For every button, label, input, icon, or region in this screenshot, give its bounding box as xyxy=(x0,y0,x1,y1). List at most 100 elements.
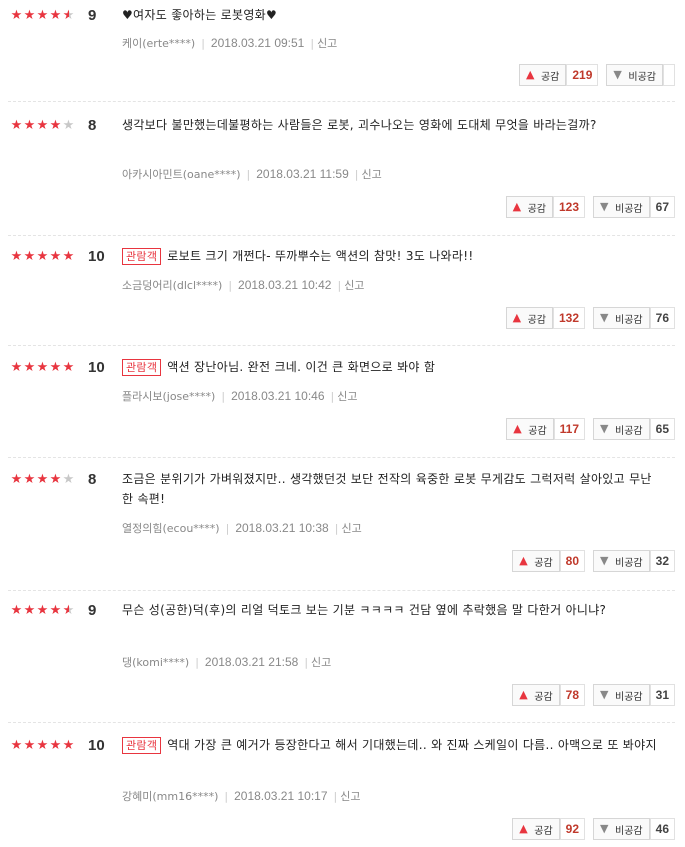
review-divider xyxy=(8,722,675,723)
vote-actions: ▲ 공감 117 ▼ 비공감 65 xyxy=(506,418,675,440)
thumbs-up-icon: ▲ xyxy=(512,311,522,324)
dislike-label: 비공감 xyxy=(628,71,656,83)
thumbs-up-icon: ▲ xyxy=(519,822,528,835)
review-body: ♥여자도 좋아하는 로봇영화♥ xyxy=(122,8,278,22)
like-label: 공감 xyxy=(527,314,546,326)
like-button[interactable]: ▲ 공감 xyxy=(506,418,554,440)
reviewer-name[interactable]: 케이(erte****) xyxy=(122,37,195,50)
thumbs-up-icon: ▲ xyxy=(512,200,522,213)
dislike-button[interactable]: ▼ 비공감 xyxy=(593,418,650,440)
dislike-count: 67 xyxy=(649,196,675,218)
star-icon: ★ xyxy=(10,738,23,753)
thumbs-up-icon: ▲ xyxy=(519,688,528,701)
star-icon: ★ xyxy=(62,249,75,264)
like-button[interactable]: ▲ 공감 xyxy=(512,550,560,572)
dislike-count: 76 xyxy=(649,307,675,329)
dislike-button[interactable]: ▼ 비공감 xyxy=(593,307,650,329)
star-icon: ★ xyxy=(36,249,49,264)
dislike-label: 비공감 xyxy=(615,825,643,837)
like-count: 117 xyxy=(553,418,586,440)
review-body: 역대 가장 큰 예거가 등장한다고 해서 기대했는데.. 와 진짜 스케일이 다… xyxy=(167,738,657,752)
like-label: 공감 xyxy=(534,825,553,837)
like-count: 132 xyxy=(553,307,586,329)
vote-actions: ▲ 공감 92 ▼ 비공감 46 xyxy=(512,818,675,840)
meta-separator: | xyxy=(354,168,359,181)
review-divider xyxy=(8,457,675,458)
report-link[interactable]: 신고 xyxy=(341,522,361,535)
meta-separator: | xyxy=(225,522,230,535)
star-icon: ★ xyxy=(49,118,62,133)
star-icon: ★ xyxy=(49,360,62,375)
meta-separator: | xyxy=(337,279,342,292)
report-link[interactable]: 신고 xyxy=(317,37,337,50)
dislike-count: 32 xyxy=(649,550,675,572)
review-body: 액션 장난아님. 완전 크네. 이건 큰 화면으로 봐야 함 xyxy=(167,360,436,374)
rating-stars: ★ ★ ★ ★ ★ xyxy=(10,738,75,754)
review-text: 관람객 로보트 크기 개쩐다- 뚜까뿌수는 액션의 참맛! 3도 나와라!! xyxy=(122,246,662,266)
report-link[interactable]: 신고 xyxy=(361,168,381,181)
reviewer-name[interactable]: 소금덩어리(dlcl****) xyxy=(122,279,222,292)
thumbs-down-icon: ▼ xyxy=(600,422,609,435)
star-icon: ★ xyxy=(10,249,23,264)
review-date: 2018.03.21 10:46 xyxy=(231,389,325,403)
reviewer-name[interactable]: 강혜미(mm16****) xyxy=(122,790,218,803)
vote-actions: ▲ 공감 123 ▼ 비공감 67 xyxy=(505,196,675,218)
rating-stars: ★ ★ ★ ★ ★ xyxy=(10,118,75,134)
report-link[interactable]: 신고 xyxy=(340,790,360,803)
dislike-button[interactable]: ▼ 비공감 xyxy=(593,818,650,840)
meta-separator: | xyxy=(246,168,251,181)
like-label: 공감 xyxy=(534,691,553,703)
star-icon: ★ xyxy=(10,8,23,23)
rating-score: 8 xyxy=(88,471,97,488)
dislike-label: 비공감 xyxy=(615,691,643,703)
like-button[interactable]: ▲ 공감 xyxy=(512,818,560,840)
thumbs-up-icon: ▲ xyxy=(513,422,522,435)
rating-score: 10 xyxy=(88,737,105,754)
reviewer-name[interactable]: 플라시보(jose****) xyxy=(122,390,215,403)
review-meta: 열정의힘(ecou****) | 2018.03.21 10:38 | 신고 xyxy=(122,521,362,536)
review-body: 로보트 크기 개쩐다- 뚜까뿌수는 액션의 참맛! 3도 나와라!! xyxy=(167,249,474,263)
dislike-count: 31 xyxy=(649,684,675,706)
review-meta: 플라시보(jose****) | 2018.03.21 10:46 | 신고 xyxy=(122,389,357,404)
meta-separator: | xyxy=(228,279,233,292)
like-count: 80 xyxy=(559,550,586,572)
like-button[interactable]: ▲ 공감 xyxy=(512,684,560,706)
dislike-button[interactable]: ▼ 비공감 xyxy=(606,64,663,86)
rating-stars: ★ ★ ★ ★ ★ xyxy=(10,249,75,265)
review-date: 2018.03.21 10:42 xyxy=(238,278,332,292)
review-meta: 댕(komi****) | 2018.03.21 21:58 | 신고 xyxy=(122,655,331,670)
review-divider xyxy=(8,590,675,591)
meta-separator: | xyxy=(330,390,335,403)
rating-stars: ★ ★ ★ ★ ★ xyxy=(10,472,75,488)
dislike-button[interactable]: ▼ 비공감 xyxy=(593,684,650,706)
report-link[interactable]: 신고 xyxy=(311,656,331,669)
review-date: 2018.03.21 09:51 xyxy=(210,36,305,50)
like-button[interactable]: ▲ 공감 xyxy=(518,64,567,86)
dislike-button[interactable]: ▼ 비공감 xyxy=(593,550,650,572)
reviewer-name[interactable]: 아카시아민트(oane****) xyxy=(122,168,241,181)
review-divider xyxy=(8,101,675,102)
dislike-button[interactable]: ▼ 비공감 xyxy=(593,196,650,218)
star-icon: ★ xyxy=(62,8,75,23)
like-button[interactable]: ▲ 공감 xyxy=(505,196,553,218)
rating-stars: ★ ★ ★ ★ ★ xyxy=(10,8,75,24)
reviewer-name[interactable]: 열정의힘(ecou****) xyxy=(122,522,220,535)
star-icon: ★ xyxy=(36,738,49,753)
reviewer-name[interactable]: 댕(komi****) xyxy=(122,656,189,669)
report-link[interactable]: 신고 xyxy=(337,390,357,403)
vote-actions: ▲ 공감 78 ▼ 비공감 31 xyxy=(512,684,675,706)
rating-score: 9 xyxy=(88,7,97,24)
star-icon: ★ xyxy=(62,603,75,618)
star-icon: ★ xyxy=(10,360,23,375)
like-button[interactable]: ▲ 공감 xyxy=(505,307,553,329)
review-meta: 소금덩어리(dlcl****) | 2018.03.21 10:42 | 신고 xyxy=(122,278,364,293)
report-link[interactable]: 신고 xyxy=(344,279,364,292)
meta-separator: | xyxy=(201,37,205,50)
rating-score: 10 xyxy=(88,359,105,376)
meta-separator: | xyxy=(304,656,309,669)
thumbs-down-icon: ▼ xyxy=(600,822,609,835)
like-count: 219 xyxy=(566,64,599,86)
meta-separator: | xyxy=(310,37,315,50)
vote-actions: ▲ 공감 219 ▼ 비공감 xyxy=(518,64,675,86)
rating-score: 8 xyxy=(88,117,97,134)
